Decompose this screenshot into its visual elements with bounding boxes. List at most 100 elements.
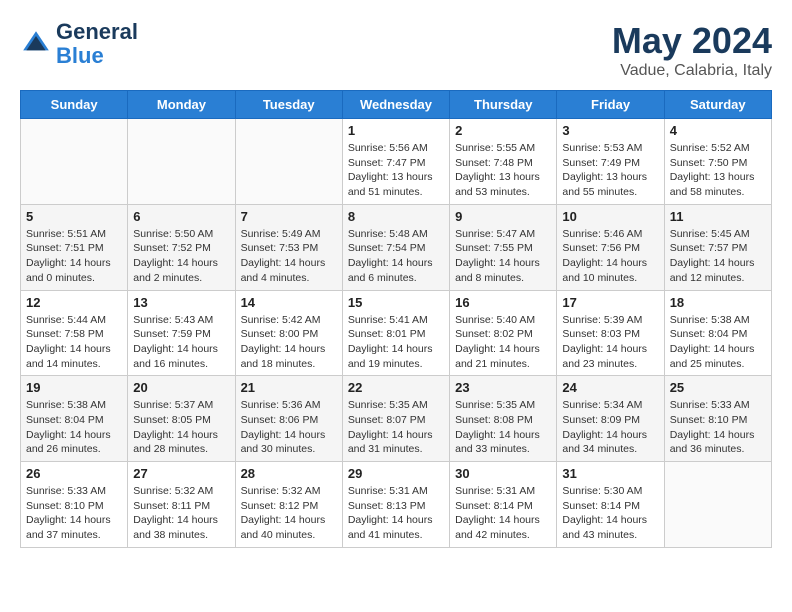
weekday-header-thursday: Thursday bbox=[450, 91, 557, 119]
cell-content: and 8 minutes. bbox=[455, 271, 551, 286]
cell-content: Daylight: 14 hours bbox=[241, 513, 337, 528]
day-number: 6 bbox=[133, 209, 229, 224]
cell-content: and 41 minutes. bbox=[348, 528, 444, 543]
cell-content: Daylight: 14 hours bbox=[670, 428, 766, 443]
cell-content: and 55 minutes. bbox=[562, 185, 658, 200]
cell-content: and 21 minutes. bbox=[455, 357, 551, 372]
calendar-cell: 30Sunrise: 5:31 AMSunset: 8:14 PMDayligh… bbox=[450, 462, 557, 548]
day-number: 18 bbox=[670, 295, 766, 310]
day-number: 31 bbox=[562, 466, 658, 481]
cell-content: Sunrise: 5:47 AM bbox=[455, 227, 551, 242]
cell-content: Sunset: 8:04 PM bbox=[670, 327, 766, 342]
weekday-header-saturday: Saturday bbox=[664, 91, 771, 119]
calendar-cell: 12Sunrise: 5:44 AMSunset: 7:58 PMDayligh… bbox=[21, 290, 128, 376]
calendar-cell bbox=[128, 119, 235, 205]
calendar-cell: 31Sunrise: 5:30 AMSunset: 8:14 PMDayligh… bbox=[557, 462, 664, 548]
calendar-cell: 23Sunrise: 5:35 AMSunset: 8:08 PMDayligh… bbox=[450, 376, 557, 462]
day-number: 28 bbox=[241, 466, 337, 481]
cell-content: Sunrise: 5:49 AM bbox=[241, 227, 337, 242]
day-number: 9 bbox=[455, 209, 551, 224]
cell-content: Sunset: 8:03 PM bbox=[562, 327, 658, 342]
calendar-cell: 11Sunrise: 5:45 AMSunset: 7:57 PMDayligh… bbox=[664, 204, 771, 290]
cell-content: Daylight: 14 hours bbox=[455, 342, 551, 357]
cell-content: and 43 minutes. bbox=[562, 528, 658, 543]
cell-content: Daylight: 14 hours bbox=[133, 256, 229, 271]
weekday-header-tuesday: Tuesday bbox=[235, 91, 342, 119]
calendar-cell: 16Sunrise: 5:40 AMSunset: 8:02 PMDayligh… bbox=[450, 290, 557, 376]
cell-content: Daylight: 14 hours bbox=[455, 256, 551, 271]
cell-content: Daylight: 14 hours bbox=[348, 428, 444, 443]
cell-content: Daylight: 14 hours bbox=[562, 513, 658, 528]
logo: GeneralBlue bbox=[20, 20, 138, 68]
cell-content: Sunset: 7:47 PM bbox=[348, 156, 444, 171]
calendar-cell: 20Sunrise: 5:37 AMSunset: 8:05 PMDayligh… bbox=[128, 376, 235, 462]
cell-content: Sunset: 8:12 PM bbox=[241, 499, 337, 514]
day-number: 30 bbox=[455, 466, 551, 481]
cell-content: Sunrise: 5:32 AM bbox=[133, 484, 229, 499]
cell-content: Daylight: 13 hours bbox=[455, 170, 551, 185]
cell-content: Sunrise: 5:55 AM bbox=[455, 141, 551, 156]
cell-content: and 30 minutes. bbox=[241, 442, 337, 457]
cell-content: Daylight: 14 hours bbox=[455, 428, 551, 443]
day-number: 26 bbox=[26, 466, 122, 481]
calendar-cell: 10Sunrise: 5:46 AMSunset: 7:56 PMDayligh… bbox=[557, 204, 664, 290]
cell-content: Sunrise: 5:37 AM bbox=[133, 398, 229, 413]
cell-content: and 31 minutes. bbox=[348, 442, 444, 457]
cell-content: Sunrise: 5:52 AM bbox=[670, 141, 766, 156]
calendar-cell: 1Sunrise: 5:56 AMSunset: 7:47 PMDaylight… bbox=[342, 119, 449, 205]
cell-content: and 10 minutes. bbox=[562, 271, 658, 286]
cell-content: Daylight: 14 hours bbox=[26, 428, 122, 443]
cell-content: Daylight: 14 hours bbox=[133, 513, 229, 528]
calendar-cell: 15Sunrise: 5:41 AMSunset: 8:01 PMDayligh… bbox=[342, 290, 449, 376]
cell-content: Sunset: 7:58 PM bbox=[26, 327, 122, 342]
calendar-cell: 22Sunrise: 5:35 AMSunset: 8:07 PMDayligh… bbox=[342, 376, 449, 462]
cell-content: and 36 minutes. bbox=[670, 442, 766, 457]
calendar-cell: 5Sunrise: 5:51 AMSunset: 7:51 PMDaylight… bbox=[21, 204, 128, 290]
cell-content: and 38 minutes. bbox=[133, 528, 229, 543]
calendar-cell: 19Sunrise: 5:38 AMSunset: 8:04 PMDayligh… bbox=[21, 376, 128, 462]
cell-content: and 53 minutes. bbox=[455, 185, 551, 200]
calendar-cell bbox=[21, 119, 128, 205]
cell-content: Daylight: 14 hours bbox=[26, 513, 122, 528]
cell-content: Sunrise: 5:40 AM bbox=[455, 313, 551, 328]
calendar-cell: 24Sunrise: 5:34 AMSunset: 8:09 PMDayligh… bbox=[557, 376, 664, 462]
day-number: 4 bbox=[670, 123, 766, 138]
cell-content: Sunset: 8:04 PM bbox=[26, 413, 122, 428]
cell-content: Sunset: 8:02 PM bbox=[455, 327, 551, 342]
cell-content: Daylight: 14 hours bbox=[455, 513, 551, 528]
day-number: 12 bbox=[26, 295, 122, 310]
cell-content: and 42 minutes. bbox=[455, 528, 551, 543]
cell-content: Sunrise: 5:38 AM bbox=[26, 398, 122, 413]
cell-content: Daylight: 14 hours bbox=[348, 256, 444, 271]
cell-content: Daylight: 14 hours bbox=[241, 342, 337, 357]
cell-content: Sunset: 8:11 PM bbox=[133, 499, 229, 514]
cell-content: and 33 minutes. bbox=[455, 442, 551, 457]
day-number: 27 bbox=[133, 466, 229, 481]
cell-content: Sunset: 7:54 PM bbox=[348, 241, 444, 256]
cell-content: Sunset: 8:07 PM bbox=[348, 413, 444, 428]
cell-content: Sunrise: 5:35 AM bbox=[348, 398, 444, 413]
week-row-5: 26Sunrise: 5:33 AMSunset: 8:10 PMDayligh… bbox=[21, 462, 772, 548]
cell-content: and 18 minutes. bbox=[241, 357, 337, 372]
weekday-header-row: SundayMondayTuesdayWednesdayThursdayFrid… bbox=[21, 91, 772, 119]
cell-content: Sunrise: 5:45 AM bbox=[670, 227, 766, 242]
cell-content: and 26 minutes. bbox=[26, 442, 122, 457]
calendar-cell: 25Sunrise: 5:33 AMSunset: 8:10 PMDayligh… bbox=[664, 376, 771, 462]
cell-content: Sunrise: 5:41 AM bbox=[348, 313, 444, 328]
cell-content: Daylight: 14 hours bbox=[26, 342, 122, 357]
calendar-cell: 2Sunrise: 5:55 AMSunset: 7:48 PMDaylight… bbox=[450, 119, 557, 205]
cell-content: and 58 minutes. bbox=[670, 185, 766, 200]
calendar-cell: 3Sunrise: 5:53 AMSunset: 7:49 PMDaylight… bbox=[557, 119, 664, 205]
cell-content: Sunset: 7:56 PM bbox=[562, 241, 658, 256]
cell-content: Daylight: 14 hours bbox=[348, 342, 444, 357]
cell-content: Sunrise: 5:43 AM bbox=[133, 313, 229, 328]
calendar-cell: 9Sunrise: 5:47 AMSunset: 7:55 PMDaylight… bbox=[450, 204, 557, 290]
cell-content: and 25 minutes. bbox=[670, 357, 766, 372]
cell-content: and 0 minutes. bbox=[26, 271, 122, 286]
cell-content: Sunset: 8:14 PM bbox=[562, 499, 658, 514]
cell-content: Sunrise: 5:33 AM bbox=[26, 484, 122, 499]
cell-content: and 14 minutes. bbox=[26, 357, 122, 372]
cell-content: Sunrise: 5:32 AM bbox=[241, 484, 337, 499]
day-number: 14 bbox=[241, 295, 337, 310]
cell-content: and 19 minutes. bbox=[348, 357, 444, 372]
